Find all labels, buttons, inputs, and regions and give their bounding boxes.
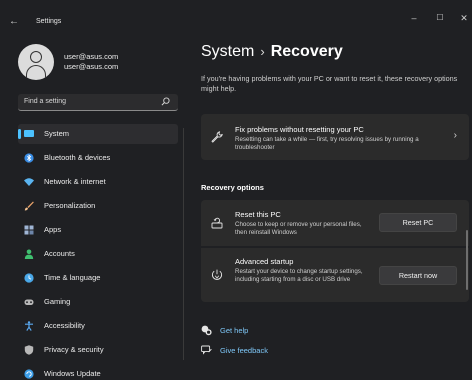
- sidebar-divider: [183, 128, 184, 360]
- sidebar-item-system[interactable]: System: [18, 124, 178, 144]
- card-title: Fix problems without resetting your PC: [235, 125, 364, 134]
- card-title: Reset this PC: [235, 210, 281, 219]
- gamepad-icon: [24, 299, 34, 305]
- page-description: If you're having problems with your PC o…: [201, 74, 458, 93]
- feedback-icon: [201, 345, 212, 355]
- restart-now-button[interactable]: Restart now: [379, 266, 457, 285]
- get-help-link[interactable]: Get help: [201, 325, 281, 337]
- sidebar-item-bluetooth[interactable]: Bluetooth & devices: [18, 148, 178, 168]
- sidebar-item-personalization[interactable]: Personalization: [18, 196, 178, 216]
- card-description: Restart your device to change startup se…: [235, 268, 363, 284]
- minimize-button[interactable]: –: [404, 12, 424, 24]
- card-title: Advanced startup: [235, 257, 294, 266]
- globe-clock-icon: [24, 273, 34, 283]
- sidebar-item-time-language[interactable]: Time & language: [18, 268, 178, 288]
- back-button[interactable]: ←: [6, 16, 22, 28]
- reset-pc-icon: [211, 217, 223, 229]
- accessibility-icon: [25, 321, 33, 331]
- monitor-icon: [24, 130, 34, 137]
- sidebar-item-network[interactable]: Network & internet: [18, 172, 178, 192]
- sidebar-item-privacy-security[interactable]: Privacy & security: [18, 340, 178, 360]
- sidebar-item-label: Apps: [44, 225, 62, 234]
- update-icon: [24, 369, 34, 379]
- breadcrumb-parent[interactable]: System: [201, 43, 254, 60]
- profile-name: user@asus.com: [64, 52, 119, 61]
- wrench-icon: [211, 131, 223, 143]
- selection-indicator: [18, 129, 21, 139]
- settings-window: ← Settings – ☐ ✕ user@asus.com user@asus…: [0, 0, 472, 380]
- sidebar-item-label: Accounts: [44, 249, 75, 258]
- sidebar-item-label: Personalization: [44, 201, 96, 210]
- sidebar-item-apps[interactable]: Apps: [18, 220, 178, 240]
- sidebar-item-label: Windows Update: [44, 369, 101, 378]
- link-label: Give feedback: [220, 346, 268, 355]
- sidebar-item-accounts[interactable]: Accounts: [18, 244, 178, 264]
- reset-pc-button[interactable]: Reset PC: [379, 213, 457, 232]
- user-profile[interactable]: user@asus.com user@asus.com: [18, 44, 188, 80]
- sidebar-item-label: Accessibility: [44, 321, 85, 330]
- sidebar-item-label: System: [44, 129, 70, 138]
- accounts-icon: [24, 249, 34, 259]
- shield-icon: [24, 345, 34, 355]
- page-title: Recovery: [270, 43, 343, 60]
- sidebar-item-label: Privacy & security: [44, 345, 104, 354]
- maximize-button[interactable]: ☐: [430, 12, 450, 24]
- sidebar-item-gaming[interactable]: Gaming: [18, 292, 178, 312]
- close-button[interactable]: ✕: [454, 12, 472, 24]
- profile-email: user@asus.com: [64, 62, 119, 71]
- search-placeholder: Find a setting: [24, 97, 67, 105]
- title-bar: ← Settings – ☐ ✕: [0, 0, 472, 40]
- chevron-right-icon: ›: [453, 130, 457, 141]
- link-label: Get help: [220, 326, 249, 335]
- card-description: Choose to keep or remove your personal f…: [235, 221, 362, 237]
- search-input[interactable]: Find a setting: [18, 94, 178, 111]
- card-description: Resetting can take a while — first, try …: [235, 136, 419, 152]
- bluetooth-icon: [24, 153, 34, 163]
- sidebar-item-label: Bluetooth & devices: [44, 153, 111, 162]
- app-title: Settings: [36, 18, 62, 25]
- reset-pc-card: Reset this PC Choose to keep or remove y…: [201, 200, 469, 246]
- help-icon: [201, 325, 212, 336]
- advanced-startup-icon: [212, 269, 222, 280]
- sidebar-item-accessibility[interactable]: Accessibility: [18, 316, 178, 336]
- wifi-icon: [24, 178, 34, 186]
- sidebar-item-label: Network & internet: [44, 177, 106, 186]
- sidebar-item-windows-update[interactable]: Windows Update: [18, 364, 178, 380]
- give-feedback-link[interactable]: Give feedback: [201, 345, 291, 357]
- breadcrumb: System › Recovery: [201, 43, 343, 61]
- section-title: Recovery options: [201, 183, 264, 192]
- brush-icon: [24, 201, 34, 211]
- sidebar-item-label: Gaming: [44, 297, 71, 306]
- search-icon: [161, 97, 170, 106]
- fix-problems-card[interactable]: Fix problems without resetting your PC R…: [201, 114, 469, 160]
- scrollbar[interactable]: [466, 230, 468, 290]
- advanced-startup-card: Advanced startup Restart your device to …: [201, 248, 469, 302]
- sidebar-item-label: Time & language: [44, 273, 101, 282]
- apps-icon: [24, 225, 34, 235]
- breadcrumb-separator: ›: [260, 44, 265, 59]
- person-avatar-icon: [18, 44, 54, 80]
